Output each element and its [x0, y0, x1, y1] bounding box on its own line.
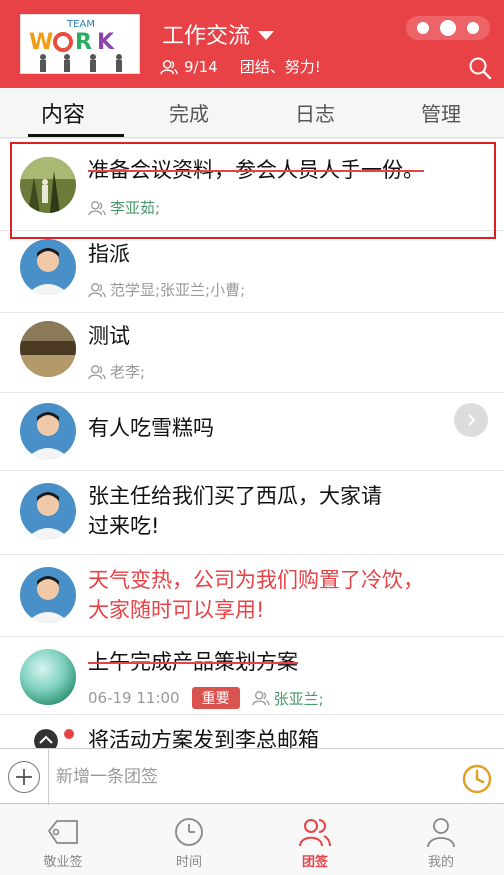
assignee-names: 老李;: [110, 363, 146, 381]
task-text: 指派: [88, 242, 130, 266]
assignee-names: 李亚茹;: [110, 199, 161, 217]
nav-label: 我的: [427, 855, 454, 870]
add-button[interactable]: [8, 761, 40, 793]
group-info: 9/14 团结、努力!: [160, 56, 321, 77]
assignees: 李亚茹;: [88, 197, 160, 218]
alarm-clock-icon[interactable]: [460, 761, 494, 795]
avatar: [20, 649, 76, 705]
search-icon[interactable]: [468, 56, 492, 80]
divider: [48, 749, 49, 805]
nav-time[interactable]: 时间: [126, 805, 252, 875]
assignee-icon: [88, 200, 106, 215]
list-item[interactable]: 天气变热，公司为我们购置了冷饮， 大家随时可以享用!: [0, 555, 504, 637]
assignee-names: 范学显;张亚兰;小曹;: [110, 281, 246, 299]
dot-icon: [417, 22, 429, 34]
tab-bar: 内容 完成 日志 管理: [0, 88, 504, 138]
nav-label: 敬业签: [43, 855, 83, 870]
assignees: 范学显;张亚兰;小曹;: [88, 279, 245, 300]
assignee-icon: [251, 691, 270, 706]
tab-content[interactable]: 内容: [0, 88, 126, 137]
task-list[interactable]: 准备会议资料，参会人员人手一份。 李亚茹; 指派 范学显;张亚兰;小曹; 测试 …: [0, 139, 504, 748]
assignee-names: 张亚兰;: [273, 689, 324, 708]
avatar: [20, 157, 76, 213]
list-item[interactable]: 指派 范学显;张亚兰;小曹;: [0, 231, 504, 313]
assignee-icon: [88, 364, 106, 379]
nav-jingyeqian[interactable]: 敬业签: [0, 805, 126, 875]
task-meta: 06-19 11:00 重要 张亚兰;: [88, 687, 324, 709]
bottom-nav: 敬业签 时间 团签 我的: [0, 805, 504, 875]
dot-icon: [440, 20, 456, 36]
task-text-line2: 过来吃!: [88, 514, 160, 538]
avatar: [20, 403, 76, 459]
caret-down-icon: [258, 30, 275, 40]
nav-tuanqian[interactable]: 团签: [252, 805, 378, 875]
task-text: 测试: [88, 324, 130, 348]
list-item[interactable]: 测试 老李;: [0, 313, 504, 393]
nav-mine[interactable]: 我的: [378, 805, 504, 875]
svg-text:W: W: [29, 30, 53, 55]
tab-log[interactable]: 日志: [252, 88, 378, 137]
nav-label: 时间: [175, 855, 202, 870]
group-motto: 团结、努力!: [239, 58, 321, 76]
person-icon: [427, 818, 455, 848]
assignees: 老李;: [88, 361, 145, 382]
clock-icon: [175, 818, 203, 846]
svg-text:TEAM: TEAM: [66, 19, 95, 30]
avatar: [20, 239, 76, 295]
dot-icon: [467, 22, 479, 34]
more-menu-button[interactable]: [406, 16, 490, 40]
group-title-text: 工作交流: [162, 24, 251, 49]
list-item[interactable]: 张主任给我们买了西瓜，大家请 过来吃!: [0, 471, 504, 555]
group-icon: [299, 819, 331, 847]
task-text: 有人吃雪糕吗: [88, 416, 214, 440]
chevron-right-icon: [468, 414, 476, 426]
avatar: [20, 483, 76, 539]
assignee-icon: [88, 282, 106, 297]
list-item[interactable]: 上午完成产品策划方案 06-19 11:00 重要 张亚兰;: [0, 637, 504, 715]
svg-text:R: R: [75, 30, 92, 55]
members-icon: [160, 59, 178, 74]
task-datetime: 06-19 11:00: [88, 689, 180, 707]
task-text-line1: 张主任给我们买了西瓜，大家请: [88, 484, 382, 508]
avatar: [20, 321, 76, 377]
task-text-line1: 天气变热，公司为我们购置了冷饮，: [88, 568, 424, 592]
new-task-input[interactable]: [56, 759, 446, 795]
task-text: 上午完成产品策划方案: [88, 650, 298, 674]
member-count: 9/14: [184, 57, 218, 76]
scroll-right-button[interactable]: [454, 403, 488, 437]
svg-text:K: K: [97, 30, 115, 55]
list-item[interactable]: 有人吃雪糕吗: [0, 393, 504, 471]
task-text: 将活动方案发到李总邮箱: [88, 728, 319, 748]
avatar: [34, 729, 58, 748]
list-item[interactable]: 将活动方案发到李总邮箱: [0, 715, 504, 748]
new-task-bar: [0, 748, 504, 805]
group-title[interactable]: 工作交流: [162, 18, 275, 50]
app-header: TEAM W R K 工作交流 9/14 团结、努力!: [0, 0, 504, 88]
tab-manage[interactable]: 管理: [378, 88, 504, 137]
task-text-line2: 大家随时可以享用!: [88, 598, 265, 622]
team-logo[interactable]: TEAM W R K: [20, 14, 140, 74]
tab-done[interactable]: 完成: [126, 88, 252, 137]
tag-icon: [47, 820, 78, 844]
avatar: [20, 567, 76, 623]
unread-dot: [64, 729, 74, 739]
list-item[interactable]: 准备会议资料，参会人员人手一份。 李亚茹;: [0, 139, 504, 231]
task-text: 准备会议资料，参会人员人手一份。: [88, 158, 424, 182]
nav-label: 团签: [301, 855, 328, 870]
important-badge: 重要: [191, 687, 240, 709]
plus-icon: [16, 769, 32, 785]
